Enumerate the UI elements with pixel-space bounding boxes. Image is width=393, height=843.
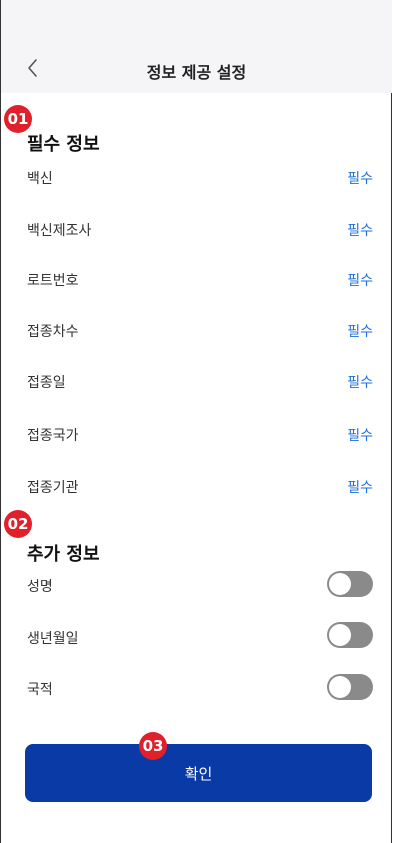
required-section-title: 필수 정보 xyxy=(27,134,100,155)
name-toggle[interactable] xyxy=(327,571,373,597)
required-tag: 필수 xyxy=(347,428,373,444)
required-item-label: 접종기관 xyxy=(27,480,79,496)
toggle-knob xyxy=(329,676,351,698)
required-item-manufacturer: 백신제조사 필수 xyxy=(27,220,373,240)
marker-badge-01: 01 xyxy=(4,105,32,133)
required-tag: 필수 xyxy=(347,171,373,187)
required-tag: 필수 xyxy=(347,223,373,239)
marker-badge-02: 02 xyxy=(4,510,32,538)
page-title: 정보 제공 설정 xyxy=(146,63,247,82)
optional-item-name: 성명 xyxy=(27,576,373,596)
toggle-knob xyxy=(329,624,351,646)
required-item-label: 접종차수 xyxy=(27,324,79,340)
optional-section-title: 추가 정보 xyxy=(27,544,100,565)
toggle-knob xyxy=(329,573,351,595)
required-tag: 필수 xyxy=(347,480,373,496)
required-item-lot-number: 로트번호 필수 xyxy=(27,270,373,290)
optional-item-label: 생년월일 xyxy=(27,631,79,647)
required-item-dose-number: 접종차수 필수 xyxy=(27,321,373,341)
optional-item-birthdate: 생년월일 xyxy=(27,628,373,648)
required-tag: 필수 xyxy=(347,273,373,289)
required-item-institution: 접종기관 필수 xyxy=(27,477,373,497)
required-item-label: 접종일 xyxy=(27,375,66,391)
required-tag: 필수 xyxy=(347,375,373,391)
optional-item-label: 국적 xyxy=(27,682,53,698)
required-item-label: 접종국가 xyxy=(27,428,79,444)
required-tag: 필수 xyxy=(347,324,373,340)
required-item-label: 백신 xyxy=(27,171,53,187)
phone-frame xyxy=(0,0,392,843)
required-item-country: 접종국가 필수 xyxy=(27,425,373,445)
required-item-label: 로트번호 xyxy=(27,273,79,289)
nationality-toggle[interactable] xyxy=(327,674,373,700)
birthdate-toggle[interactable] xyxy=(327,622,373,648)
required-item-vaccine: 백신 필수 xyxy=(27,168,373,188)
marker-badge-03: 03 xyxy=(139,732,167,760)
confirm-button[interactable]: 확인 xyxy=(25,744,372,802)
optional-item-nationality: 국적 xyxy=(27,679,373,699)
required-item-label: 백신제조사 xyxy=(27,223,92,239)
required-item-date: 접종일 필수 xyxy=(27,372,373,392)
app-header: 정보 제공 설정 xyxy=(1,0,392,93)
optional-item-label: 성명 xyxy=(27,579,53,595)
